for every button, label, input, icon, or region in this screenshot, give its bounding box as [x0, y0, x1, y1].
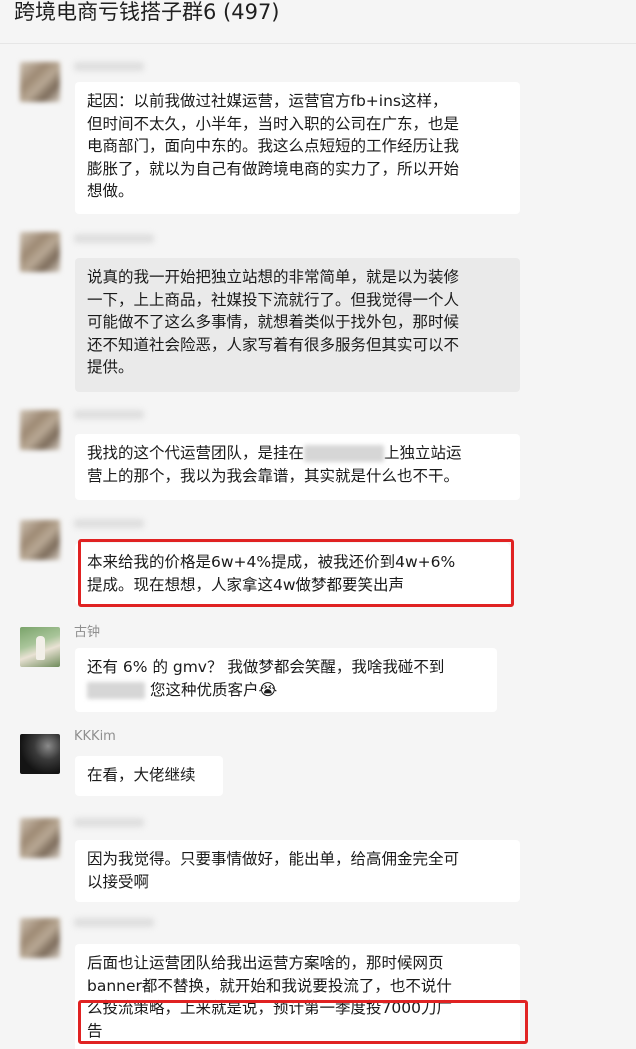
message-line: 说真的我一开始把独立站想的非常简单，就是以为装修	[87, 268, 460, 286]
message-bubble[interactable]: 因为我觉得。只要事情做好，能出单，给高佣金完全可 以接受啊	[75, 840, 520, 902]
sender-name	[74, 918, 154, 927]
avatar[interactable]	[20, 627, 60, 667]
sender-name: 古钟	[74, 625, 101, 640]
message-bubble[interactable]: 在看，大佬继续	[75, 756, 223, 796]
message-line: 但时间不太久，小半年，当时入职的公司在广东，也是	[87, 114, 460, 133]
message-line: 起因：以前我做过社媒运营，运营官方fb+ins这样，	[87, 92, 448, 110]
group-title[interactable]: 跨境电商亏钱搭子群6 (497)	[14, 0, 280, 26]
message-bubble[interactable]: 起因：以前我做过社媒运营，运营官方fb+ins这样， 但时间不太久，小半年，当时…	[75, 82, 520, 214]
message-line: 电商部门，面向中东的。我这么点短短的工作经历让我	[87, 137, 460, 155]
crying-emoji-icon: 😭	[258, 679, 278, 699]
message-bubble[interactable]: 还有 6% 的 gmv？ 我做梦都会笑醒，我啥我碰不到 您这种优质客户😭	[75, 648, 497, 712]
message-line: 营上的那个，我以为我会靠谱，其实就是什么也不干。	[87, 466, 460, 485]
message-bubble[interactable]: 我找的这个代运营团队，是挂在 上独立站运 营上的那个，我以为我会靠谱，其实就是什么…	[75, 434, 520, 500]
chat-header: 跨境电商亏钱搭子群6 (497)	[0, 0, 636, 44]
message-line: 以接受啊	[87, 872, 150, 891]
message-text: 您这种优质客户	[149, 680, 259, 699]
message-line: 膨胀了，就以为自己有做跨境电商的实力了，所以开始	[87, 159, 460, 178]
highlight-box	[78, 1000, 528, 1044]
message-bubble[interactable]: 说真的我一开始把独立站想的非常简单，就是以为装修 一下，上上商品，社媒投下流就行…	[75, 258, 520, 392]
message-line: 想做。	[87, 182, 134, 200]
sender-name	[74, 62, 144, 71]
avatar[interactable]	[20, 520, 60, 560]
avatar[interactable]	[20, 410, 60, 450]
message-line: 因为我觉得。只要事情做好，能出单，给高佣金完全可	[87, 850, 460, 868]
sender-name	[74, 234, 154, 243]
sender-name	[74, 410, 144, 419]
avatar[interactable]	[20, 734, 60, 774]
message-line: 一下，上上商品，社媒投下流就行了。但我觉得一个人	[87, 290, 460, 309]
message-line: 可能做不了这么多事情，就想着类似于找外包，那时候	[87, 313, 460, 331]
sender-name: KKKim	[74, 729, 116, 744]
avatar[interactable]	[20, 62, 60, 102]
message-text: 上独立站运	[384, 444, 462, 462]
redacted-text	[304, 445, 385, 462]
sender-name	[74, 519, 144, 528]
message-line: 在看，大佬继续	[87, 766, 196, 784]
avatar[interactable]	[20, 918, 60, 958]
message-line: banner都不替换，就开始和我说要投流了，也不说什	[87, 976, 452, 995]
avatar[interactable]	[20, 232, 60, 272]
highlight-box	[78, 539, 514, 607]
message-line: 还不知道社会险恶，人家写着有很多服务但其实可以不	[87, 335, 460, 354]
message-line: 您这种优质客户😭	[87, 679, 485, 702]
redacted-text	[87, 681, 145, 699]
message-line: 提供。	[87, 358, 134, 376]
message-line: 我找的这个代运营团队，是挂在 上独立站运	[87, 442, 508, 465]
message-line: 后面也让运营团队给我出运营方案啥的，那时候网页	[87, 954, 444, 972]
message-text: 我找的这个代运营团队，是挂在	[87, 444, 305, 462]
message-line: 还有 6% 的 gmv？ 我做梦都会笑醒，我啥我碰不到	[87, 658, 445, 676]
sender-name	[74, 818, 144, 827]
avatar[interactable]	[20, 818, 60, 858]
